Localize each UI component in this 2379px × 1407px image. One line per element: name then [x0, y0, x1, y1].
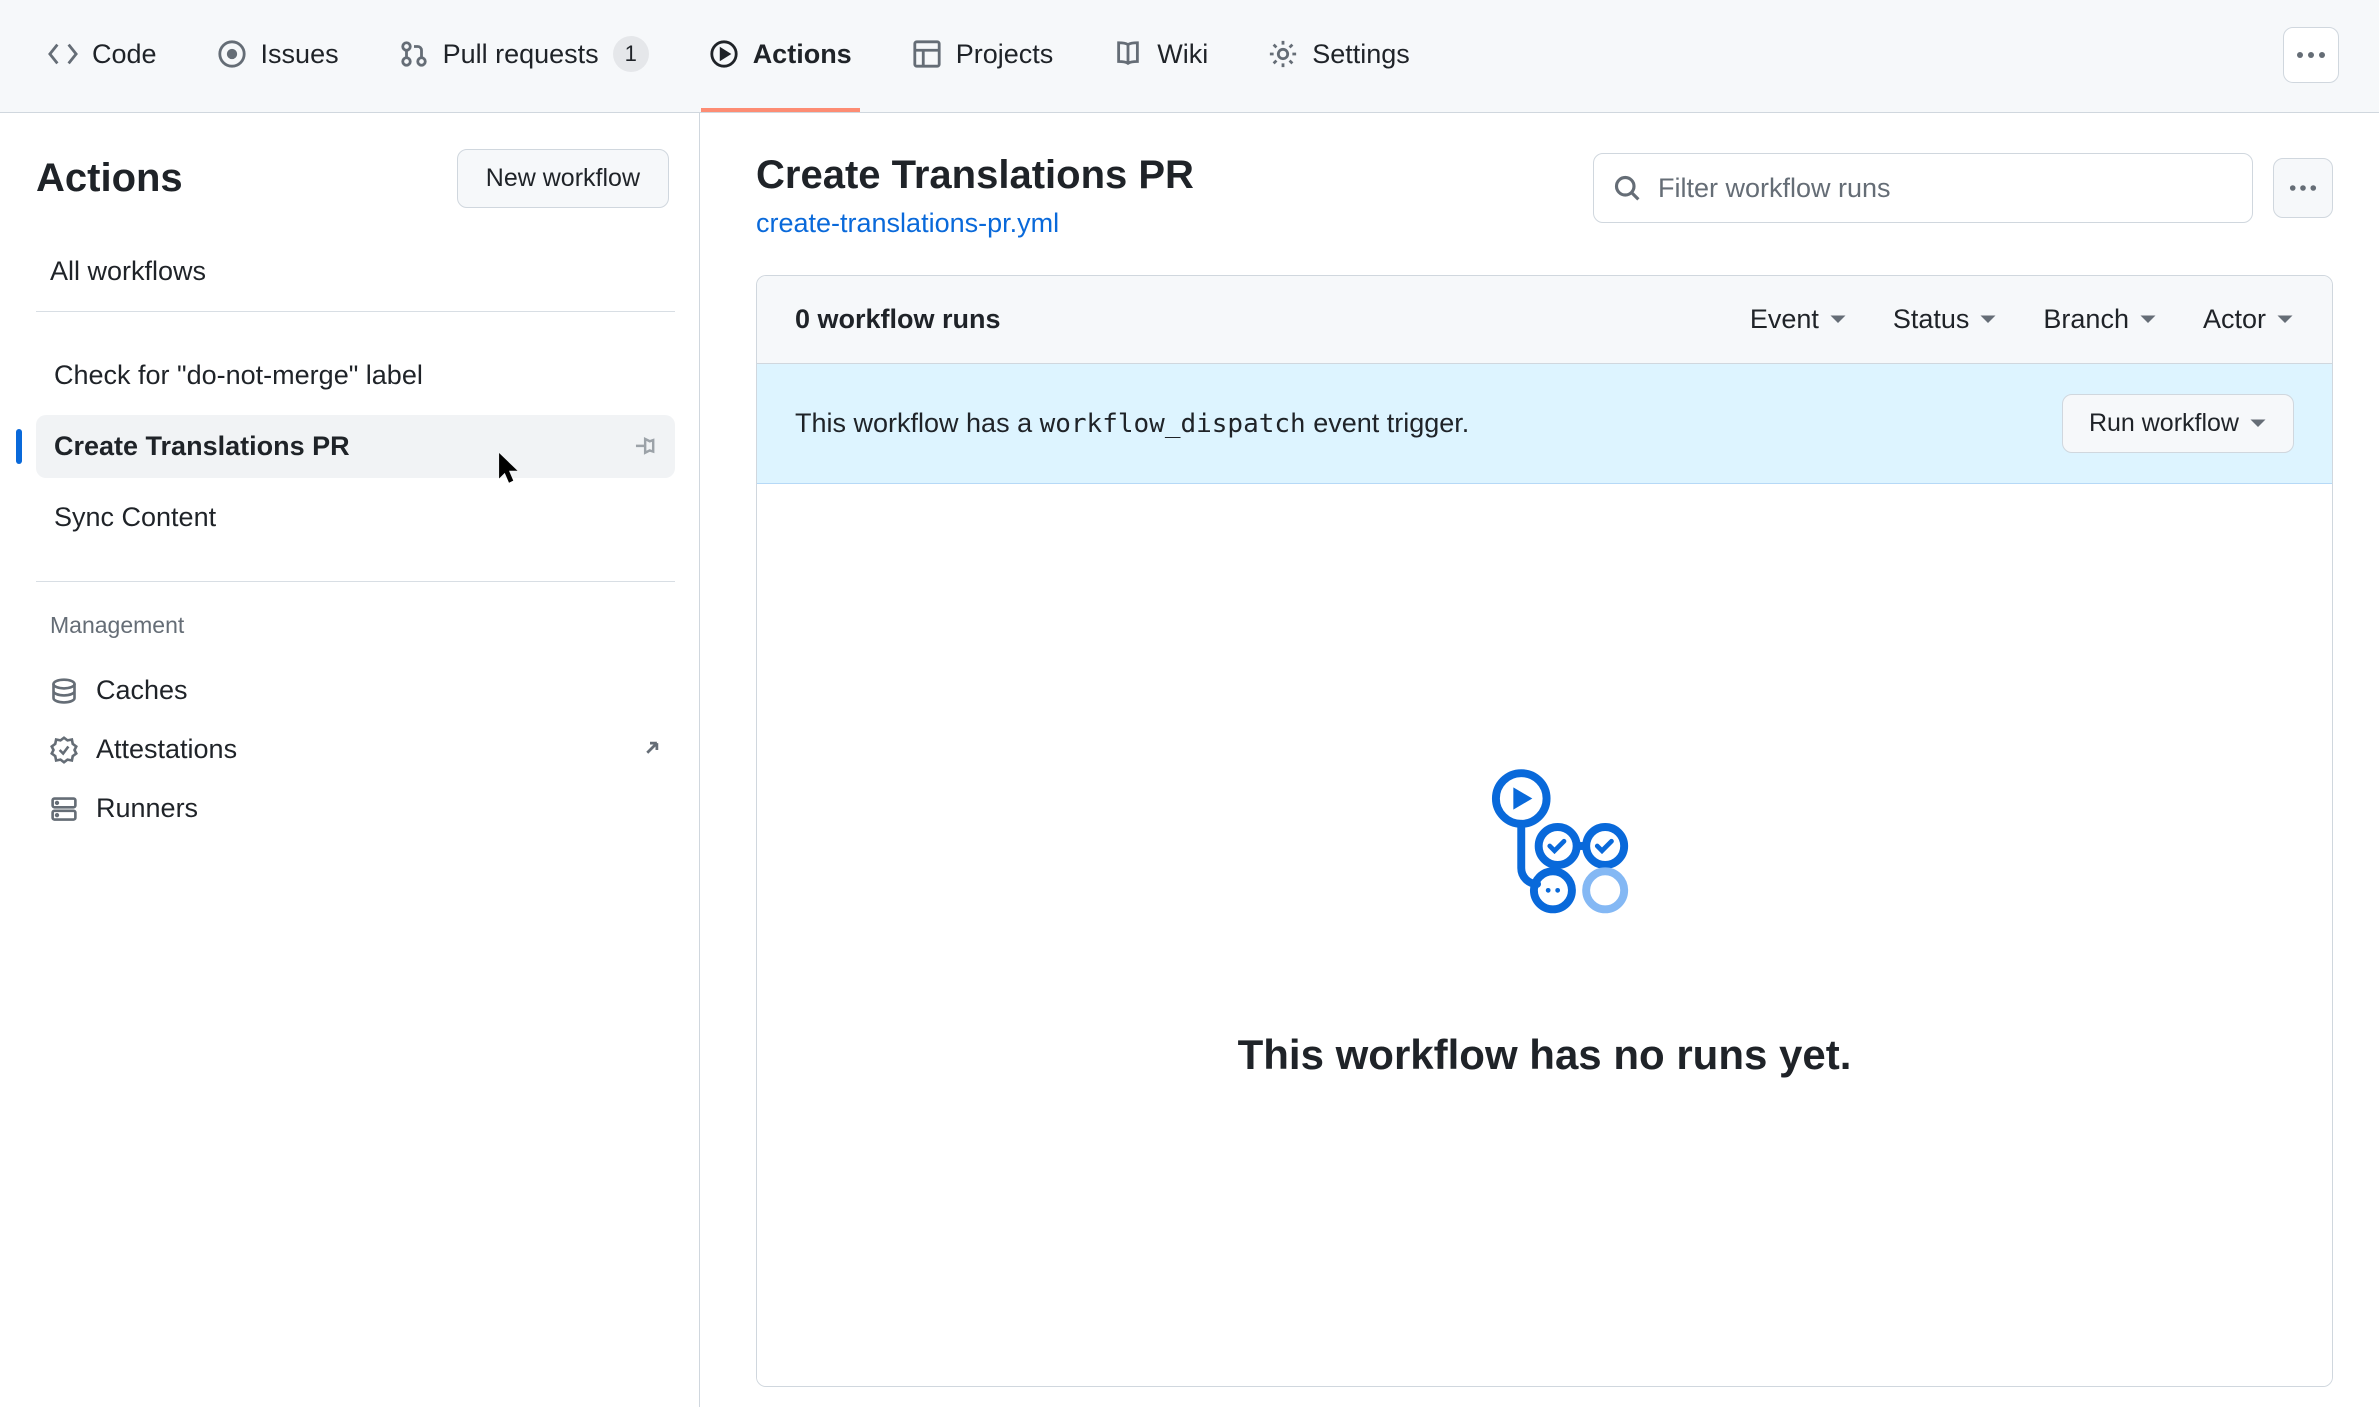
tab-pull-requests[interactable]: Pull requests 1 [391, 0, 657, 112]
management-item-attestations[interactable]: Attestations [36, 720, 675, 779]
sidebar-title: Actions [36, 156, 183, 201]
code-icon [48, 39, 78, 69]
issue-icon [217, 39, 247, 69]
management-item-caches[interactable]: Caches [36, 661, 675, 720]
tab-wiki-label: Wiki [1157, 39, 1208, 70]
page-body: Actions New workflow All workflows Check… [0, 113, 2379, 1407]
tab-issues[interactable]: Issues [209, 0, 347, 112]
tab-actions-label: Actions [753, 39, 852, 70]
verified-icon [50, 736, 78, 764]
tab-issues-label: Issues [261, 39, 339, 70]
chevron-down-icon [2249, 418, 2267, 430]
filter-label: Actor [2203, 304, 2266, 335]
empty-state-title: This workflow has no runs yet. [1238, 1031, 1852, 1079]
workflow-item-check-do-not-merge[interactable]: Check for "do-not-merge" label [36, 344, 675, 407]
filter-label: Event [1750, 304, 1819, 335]
workflow-dispatch-banner: This workflow has a workflow_dispatch ev… [757, 364, 2332, 484]
server-icon [50, 795, 78, 823]
workflow-title-block: Create Translations PR create-translatio… [756, 153, 1194, 239]
workflow-runs-box: 0 workflow runs Event Status Branch [756, 275, 2333, 1387]
pin-icon[interactable] [631, 434, 657, 460]
runs-filter-dropdowns: Event Status Branch Actor [1750, 304, 2294, 335]
tab-settings[interactable]: Settings [1260, 0, 1418, 112]
pr-count-badge: 1 [613, 36, 649, 72]
filter-event-dropdown[interactable]: Event [1750, 304, 1847, 335]
chevron-down-icon [2139, 314, 2157, 326]
workflow-item-label: Sync Content [54, 502, 216, 533]
chevron-down-icon [1979, 314, 1997, 326]
actions-sidebar: Actions New workflow All workflows Check… [0, 113, 700, 1407]
filter-status-dropdown[interactable]: Status [1893, 304, 1998, 335]
workflow-header-right [1593, 153, 2333, 223]
workflow-runs-header: 0 workflow runs Event Status Branch [757, 276, 2332, 364]
sidebar-header: Actions New workflow [36, 149, 675, 208]
workflow-item-sync-content[interactable]: Sync Content [36, 486, 675, 549]
book-icon [1113, 39, 1143, 69]
git-pull-request-icon [399, 39, 429, 69]
sidebar-all-workflows[interactable]: All workflows [36, 242, 675, 312]
filter-branch-dropdown[interactable]: Branch [2043, 304, 2157, 335]
dispatch-text-pre: This workflow has a [795, 408, 1040, 438]
workflow-list: Check for "do-not-merge" label Create Tr… [36, 312, 675, 582]
workflow-main: Create Translations PR create-translatio… [700, 113, 2379, 1407]
empty-runs-state: This workflow has no runs yet. [757, 484, 2332, 1386]
dispatch-text: This workflow has a workflow_dispatch ev… [795, 408, 1469, 439]
kebab-horizontal-icon [2289, 184, 2317, 192]
workflow-empty-icon [1450, 751, 1640, 941]
chevron-down-icon [2276, 314, 2294, 326]
tab-pull-requests-label: Pull requests [443, 39, 599, 70]
external-link-icon [639, 739, 661, 761]
management-item-label: Caches [96, 675, 188, 706]
management-item-label: Attestations [96, 734, 237, 765]
workflow-item-create-translations-pr[interactable]: Create Translations PR [36, 415, 675, 478]
tab-settings-label: Settings [1312, 39, 1410, 70]
management-heading: Management [50, 612, 675, 639]
run-workflow-button[interactable]: Run workflow [2062, 394, 2294, 453]
tab-projects-label: Projects [956, 39, 1054, 70]
workflow-file-link[interactable]: create-translations-pr.yml [756, 208, 1059, 238]
filter-label: Status [1893, 304, 1970, 335]
repo-nav-tabs: Code Issues Pull requests 1 Actions Pr [40, 0, 1418, 112]
filter-actor-dropdown[interactable]: Actor [2203, 304, 2294, 335]
chevron-down-icon [1829, 314, 1847, 326]
run-workflow-label: Run workflow [2089, 409, 2239, 438]
workflow-actions-menu-button[interactable] [2273, 158, 2333, 218]
gear-icon [1268, 39, 1298, 69]
workflow-item-label: Check for "do-not-merge" label [54, 360, 423, 391]
filter-search-wrap [1593, 153, 2253, 223]
repo-nav: Code Issues Pull requests 1 Actions Pr [0, 0, 2379, 113]
new-workflow-button[interactable]: New workflow [457, 149, 669, 208]
tab-actions[interactable]: Actions [701, 0, 860, 112]
runs-count: 0 workflow runs [795, 304, 1001, 335]
tab-code-label: Code [92, 39, 157, 70]
management-item-runners[interactable]: Runners [36, 779, 675, 838]
workflow-header: Create Translations PR create-translatio… [756, 153, 2333, 239]
repo-nav-overflow-button[interactable] [2283, 27, 2339, 83]
dispatch-code: workflow_dispatch [1040, 409, 1306, 439]
management-item-label: Runners [96, 793, 198, 824]
database-icon [50, 677, 78, 705]
play-circle-icon [709, 39, 739, 69]
tab-projects[interactable]: Projects [904, 0, 1062, 112]
filter-runs-input[interactable] [1593, 153, 2253, 223]
kebab-horizontal-icon [2296, 51, 2326, 59]
filter-label: Branch [2043, 304, 2129, 335]
workflow-title: Create Translations PR [756, 153, 1194, 198]
tab-wiki[interactable]: Wiki [1105, 0, 1216, 112]
project-icon [912, 39, 942, 69]
tab-code[interactable]: Code [40, 0, 165, 112]
search-icon [1613, 174, 1641, 202]
dispatch-text-post: event trigger. [1313, 408, 1469, 438]
workflow-item-label: Create Translations PR [54, 431, 350, 462]
